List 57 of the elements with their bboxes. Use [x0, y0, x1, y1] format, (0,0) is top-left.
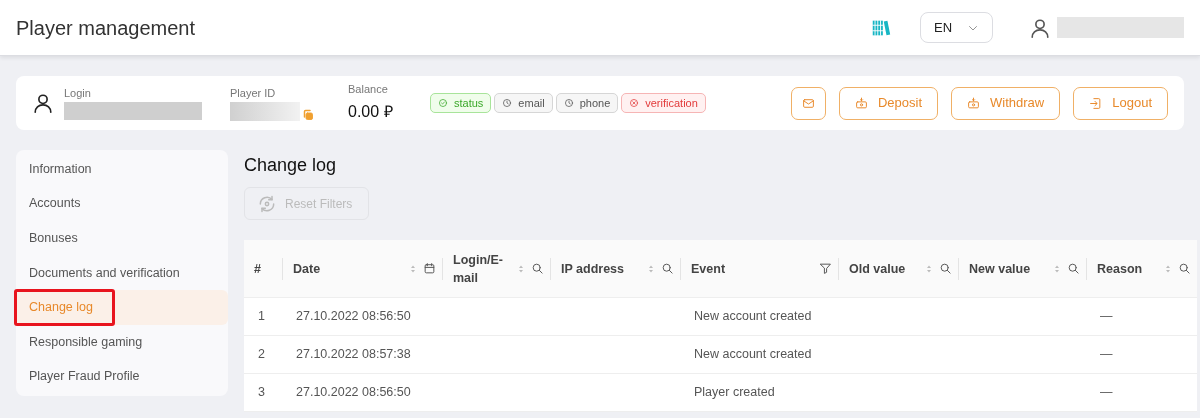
field-label: Login: [64, 86, 92, 100]
user-icon: [1029, 16, 1051, 39]
search-icon[interactable]: [531, 262, 544, 275]
search-icon[interactable]: [1178, 262, 1191, 275]
table-cell: 27.10.2022 08:56:50: [296, 385, 411, 400]
sidebar-item[interactable]: Information: [16, 152, 228, 187]
table-cell: —: [1100, 347, 1113, 362]
table-cell: 1: [258, 309, 265, 324]
clock-icon: [502, 98, 513, 108]
user-icon: [32, 92, 54, 114]
status-badge: phone: [555, 93, 619, 113]
table-cell: 3: [258, 385, 265, 400]
page-title: Player management: [16, 15, 196, 41]
search-icon[interactable]: [939, 262, 952, 275]
table-cell: —: [1100, 309, 1113, 324]
sidebar-item[interactable]: Player Fraud Profile: [16, 359, 228, 395]
cash-icon: [854, 96, 868, 110]
status-badge: verification: [621, 93, 706, 113]
column-header: Event: [691, 260, 727, 278]
table-cell: New account created: [694, 309, 812, 324]
table-cell: —: [1100, 385, 1113, 400]
section-title: Change log: [244, 154, 338, 177]
sidebar-item[interactable]: Accounts: [16, 186, 228, 222]
search-icon[interactable]: [1067, 262, 1080, 275]
check-circle-icon: [438, 98, 448, 108]
column-header: Reason: [1097, 260, 1144, 278]
column-header: New value: [969, 260, 1032, 278]
column-header: IP address: [561, 260, 625, 278]
sidebar-item[interactable]: Documents and verification: [16, 255, 228, 291]
refresh-icon: [257, 193, 277, 214]
table-cell: 27.10.2022 08:57:38: [296, 347, 411, 362]
sidebar-item[interactable]: Responsible gaming: [16, 324, 228, 360]
column-header: Date: [293, 260, 322, 278]
table-cell: Player created: [694, 385, 775, 400]
column-header: #: [254, 260, 262, 278]
table-cell: 27.10.2022 08:56:50: [296, 309, 411, 324]
cash-icon: [967, 96, 981, 110]
copy-icon: [302, 108, 314, 121]
logout-icon: [1089, 96, 1103, 110]
language-select[interactable]: EN: [920, 12, 993, 43]
status-badge: status: [430, 93, 492, 113]
sidebar-item[interactable]: Bonuses: [16, 221, 228, 256]
x-circle-icon: [629, 98, 640, 108]
table-cell: 2: [258, 347, 265, 362]
redacted-id: [230, 101, 300, 121]
column-header: Login/E-mail: [453, 251, 504, 287]
table-cell: New account created: [694, 347, 812, 362]
field-label: Balance: [348, 82, 389, 96]
column-header: Old value: [849, 260, 907, 278]
calendar-icon[interactable]: [423, 262, 436, 275]
clock-icon: [563, 98, 574, 108]
balance-value: 0.00 ₽: [348, 102, 394, 122]
search-icon[interactable]: [661, 262, 674, 275]
status-badge: email: [494, 93, 553, 113]
field-label: Player ID: [230, 85, 277, 100]
mail-icon: [801, 96, 815, 110]
filter-icon[interactable]: [819, 262, 832, 275]
